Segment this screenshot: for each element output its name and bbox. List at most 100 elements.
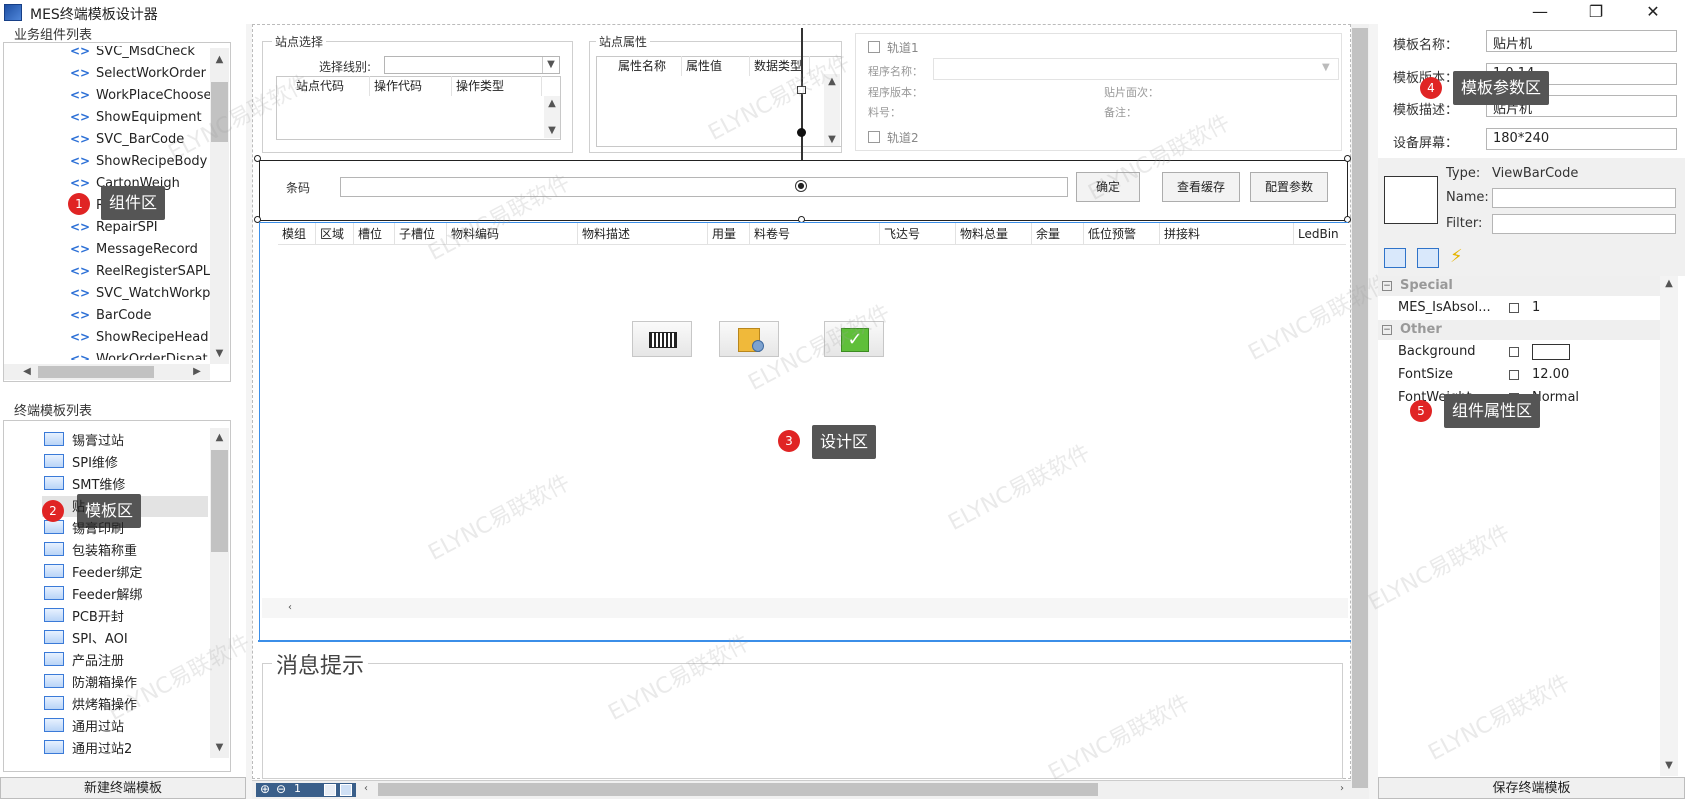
track2-checkbox[interactable] <box>868 131 880 143</box>
resize-handle[interactable] <box>797 86 806 94</box>
config-folder-icon[interactable] <box>719 321 779 357</box>
layout-icon[interactable] <box>340 784 352 796</box>
save-template-button[interactable]: 保存终端模板 <box>1378 777 1685 799</box>
property-row[interactable]: Background <box>1378 341 1656 363</box>
callout-1-label: 组件区 <box>101 186 166 220</box>
grid-column-header: 物料编码 <box>447 223 578 245</box>
property-value[interactable]: 12.00 <box>1532 367 1569 382</box>
property-vscroll[interactable] <box>1660 276 1678 776</box>
template-item[interactable]: SPI维修 <box>44 450 118 472</box>
template-name-input[interactable]: 贴片机 <box>1486 30 1677 52</box>
template-icon <box>44 696 64 710</box>
property-row[interactable]: MES_IsAbsol... 1 <box>1378 297 1656 319</box>
barcode-input[interactable] <box>340 177 1068 197</box>
new-template-button[interactable]: 新建终端模板 <box>0 777 246 799</box>
chevron-down-icon[interactable]: ▼ <box>542 57 559 73</box>
line-select-label: 选择线别: <box>319 60 372 74</box>
scroll-up-icon[interactable]: ▲ <box>544 98 560 109</box>
designer-vscroll-thumb[interactable] <box>1352 28 1368 788</box>
template-item-label: 防潮箱操作 <box>72 675 138 691</box>
designer-hscroll-thumb[interactable] <box>378 783 1098 796</box>
template-item[interactable]: 产品注册 <box>44 648 124 670</box>
component-name-input[interactable] <box>1492 188 1676 208</box>
callout-4-badge: 4 <box>1420 77 1442 99</box>
template-item[interactable]: SPI、AOI <box>44 626 128 648</box>
property-category[interactable]: − Other <box>1378 320 1666 340</box>
scroll-up-icon[interactable]: ▲ <box>210 54 229 65</box>
component-preview <box>1384 176 1438 224</box>
template-item[interactable]: SMT维修 <box>44 472 125 494</box>
barcode-label: 条码 <box>286 181 311 195</box>
grid-hscroll[interactable] <box>262 598 1348 618</box>
property-default-checkbox[interactable] <box>1509 347 1519 357</box>
scroll-right-icon[interactable]: › <box>1336 783 1348 794</box>
template-icon <box>44 740 64 754</box>
data-grid <box>259 222 1348 642</box>
grid-column-header: 低位预警 <box>1084 223 1160 245</box>
checkmark-icon[interactable]: ✓ <box>824 321 884 357</box>
property-filter-input[interactable] <box>1492 214 1676 234</box>
program-name-dropdown[interactable] <box>933 58 1339 80</box>
resize-handle[interactable] <box>254 155 261 162</box>
message-title: 消息提示 <box>272 648 369 680</box>
scroll-down-icon[interactable]: ▼ <box>210 348 229 359</box>
track1-checkbox[interactable] <box>868 41 880 53</box>
barcode-icon[interactable] <box>632 321 692 357</box>
template-item[interactable]: 通用过站2 <box>44 736 132 758</box>
scroll-down-icon[interactable]: ▼ <box>544 125 560 136</box>
property-category[interactable]: − Special <box>1378 276 1666 296</box>
view-cache-button[interactable]: 查看缓存 <box>1162 172 1240 202</box>
template-item-label: PCB开封 <box>72 609 124 625</box>
template-item[interactable]: 锡膏过站 <box>44 428 124 450</box>
scroll-down-icon[interactable]: ▼ <box>210 742 229 753</box>
template-item[interactable]: Feeder绑定 <box>44 560 142 582</box>
collapse-icon[interactable]: − <box>1382 281 1392 291</box>
template-item[interactable]: 防潮箱操作 <box>44 670 137 692</box>
line-select-dropdown[interactable] <box>384 56 560 74</box>
callout-3-label: 设计区 <box>812 425 877 459</box>
template-item[interactable]: Feeder解绑 <box>44 582 142 604</box>
scroll-up-icon[interactable]: ▲ <box>1660 278 1678 289</box>
config-params-button[interactable]: 配置参数 <box>1250 172 1328 202</box>
move-handle-icon[interactable]: ● <box>795 180 807 192</box>
grid-column-header: 区域 <box>316 223 354 245</box>
components-vscroll-thumb[interactable] <box>211 82 228 142</box>
template-item[interactable]: 包装箱称重 <box>44 538 137 560</box>
device-screen-input[interactable]: 180*240 <box>1486 128 1677 150</box>
zoom-out-icon[interactable]: ⊖ <box>276 782 286 796</box>
background-color-swatch[interactable] <box>1532 344 1570 360</box>
chevron-down-icon[interactable]: ▼ <box>1322 62 1330 73</box>
close-button[interactable]: ✕ <box>1630 0 1676 26</box>
grid-column-header: 物料描述 <box>578 223 708 245</box>
categorized-view-icon[interactable] <box>1384 248 1406 268</box>
minimize-button[interactable]: — <box>1517 0 1563 26</box>
template-icon <box>44 586 64 600</box>
resize-handle[interactable] <box>797 128 806 137</box>
property-default-checkbox[interactable] <box>1509 303 1519 313</box>
zoom-in-icon[interactable]: ⊕ <box>260 782 270 796</box>
events-lightning-icon[interactable]: ⚡ <box>1450 246 1463 267</box>
property-value[interactable]: 1 <box>1532 300 1540 315</box>
scroll-down-icon[interactable]: ▼ <box>824 134 840 145</box>
property-row[interactable]: FontSize 12.00 <box>1378 364 1656 386</box>
scroll-left-icon[interactable]: ‹ <box>360 783 372 794</box>
grid-view-icon[interactable] <box>324 784 336 796</box>
templates-vscroll-thumb[interactable] <box>211 450 228 552</box>
vertical-resize-line[interactable] <box>801 28 803 160</box>
alphabetical-view-icon[interactable] <box>1417 248 1439 268</box>
confirm-button[interactable]: 确定 <box>1076 172 1140 202</box>
resize-handle[interactable] <box>1344 155 1351 162</box>
scroll-left-icon[interactable]: ‹ <box>284 602 296 613</box>
maximize-button[interactable]: ❐ <box>1573 0 1619 26</box>
template-item[interactable]: 烘烤箱操作 <box>44 692 137 714</box>
scroll-down-icon[interactable]: ▼ <box>1660 760 1678 771</box>
property-default-checkbox[interactable] <box>1509 370 1519 380</box>
template-item[interactable]: PCB开封 <box>44 604 124 626</box>
scroll-up-icon[interactable]: ▲ <box>210 432 229 443</box>
right-splitter[interactable] <box>1369 24 1378 799</box>
grid-column-header: 飞达号 <box>880 223 956 245</box>
template-item[interactable]: 通用过站 <box>44 714 124 736</box>
station-props-header: 属性名称 属性值 数据类型 <box>614 56 810 76</box>
scroll-up-icon[interactable]: ▲ <box>824 76 840 87</box>
collapse-icon[interactable]: − <box>1382 325 1392 335</box>
